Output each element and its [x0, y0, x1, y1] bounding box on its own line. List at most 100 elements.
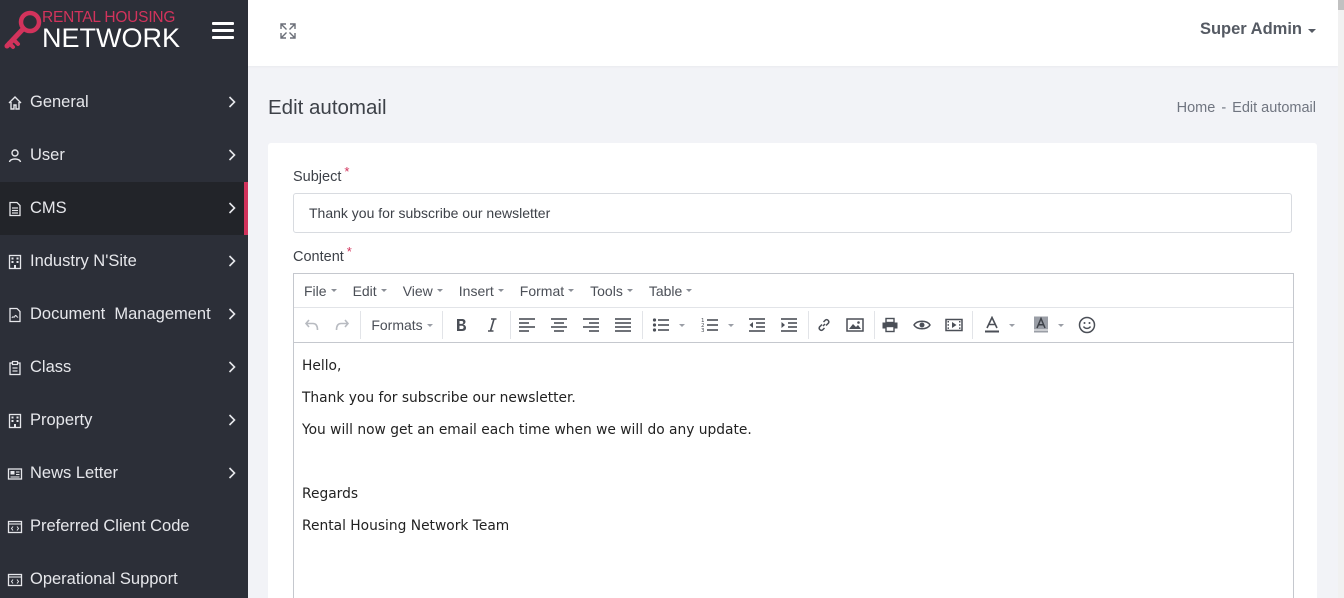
link-icon[interactable] — [813, 308, 835, 342]
caret-down-icon — [380, 289, 387, 292]
caret-down-icon — [1058, 323, 1064, 327]
editor-menu-edit[interactable]: Edit — [345, 283, 395, 299]
file-signature-icon — [0, 307, 30, 323]
toolbar-separator — [874, 311, 875, 339]
indent-icon[interactable] — [778, 308, 800, 342]
caret-down-icon — [678, 323, 685, 327]
content-label: Content * — [293, 244, 352, 265]
italic-icon[interactable] — [482, 308, 502, 342]
page-title: Edit automail — [268, 96, 387, 119]
toolbar-separator — [642, 311, 643, 339]
chevron-right-icon — [228, 96, 236, 108]
content-line: Rental Housing Network Team — [302, 518, 510, 534]
editor-menu-tools[interactable]: Tools — [582, 283, 641, 299]
emoticon-icon[interactable] — [1076, 308, 1098, 342]
menu-label: Table — [648, 282, 683, 299]
bullet-list-icon[interactable] — [648, 308, 688, 342]
content-line: Hello, — [302, 358, 342, 374]
text-color-icon[interactable] — [977, 308, 1021, 342]
page-scrollbar[interactable] — [1338, 0, 1344, 598]
caret-down-icon — [686, 289, 693, 292]
media-icon[interactable] — [943, 308, 965, 342]
subject-label-text: Subject — [293, 169, 342, 185]
sidebar-item-label: User — [30, 146, 65, 164]
align-left-icon[interactable] — [516, 308, 538, 342]
document-icon — [0, 201, 30, 217]
editor-menu-insert[interactable]: Insert — [451, 283, 512, 299]
breadcrumb: Home - Edit automail — [1177, 100, 1316, 116]
editor-menu-format[interactable]: Format — [512, 283, 582, 299]
svg-text:3: 3 — [701, 328, 705, 333]
sidebar-item-general[interactable]: General — [0, 76, 248, 129]
sidebar-item-cms[interactable]: CMS — [0, 182, 248, 235]
image-icon[interactable] — [844, 308, 866, 342]
sidebar-item-label: Property — [30, 411, 93, 429]
caret-down-icon — [727, 323, 734, 327]
content-line: Regards — [302, 486, 359, 502]
menu-label: View — [402, 282, 433, 299]
breadcrumb-home-link[interactable]: Home — [1177, 100, 1216, 116]
editor-content-area[interactable]: Hello, Thank you for subscribe our newsl… — [294, 343, 1293, 563]
caret-down-icon — [330, 289, 337, 292]
user-name: Super Admin — [1199, 20, 1302, 38]
editor-menu-view[interactable]: View — [395, 283, 451, 299]
sidebar-item-label: Preferred Client Code — [30, 517, 190, 535]
required-mark: * — [346, 244, 352, 259]
outdent-icon[interactable] — [746, 308, 768, 342]
subject-input[interactable] — [293, 193, 1292, 233]
sidebar-item-property[interactable]: Property — [0, 394, 248, 447]
brand-line2: NETWORK — [42, 23, 180, 53]
sidebar-item-user[interactable]: User — [0, 129, 248, 182]
sidebar-item-document-management[interactable]: Document Management — [0, 288, 248, 341]
editor-menu-file[interactable]: File — [296, 283, 345, 299]
sidebar-item-preferred-client-code[interactable]: Preferred Client Code — [0, 500, 248, 553]
home-icon — [0, 95, 30, 111]
hamburger-menu-icon[interactable] — [212, 22, 234, 40]
toolbar-separator — [510, 311, 511, 339]
brand-logo[interactable]: RENTAL HOUSING NETWORK — [0, 0, 248, 64]
subject-label: Subject * — [293, 164, 349, 185]
sidebar-item-news-letter[interactable]: News Letter — [0, 447, 248, 500]
preview-eye-icon[interactable] — [911, 308, 933, 342]
menu-label: Edit — [352, 282, 377, 299]
fullscreen-expand-icon[interactable] — [279, 22, 297, 40]
redo-icon[interactable] — [332, 308, 352, 342]
sidebar-item-label: News Letter — [30, 464, 119, 482]
required-mark: * — [344, 164, 350, 179]
code-window-icon — [0, 572, 30, 588]
sidebar-item-label: CMS — [30, 199, 67, 217]
chevron-right-icon — [228, 414, 236, 426]
caret-down-icon — [426, 323, 433, 327]
align-right-icon[interactable] — [580, 308, 602, 342]
caret-down-icon — [436, 289, 443, 292]
menu-label: Tools — [590, 282, 623, 299]
chevron-right-icon — [228, 308, 236, 320]
align-justify-icon[interactable] — [612, 308, 634, 342]
print-icon[interactable] — [879, 308, 901, 342]
numbered-list-icon[interactable]: 123 — [697, 308, 737, 342]
formats-dropdown[interactable]: Formats — [370, 308, 434, 342]
edit-form-card: Subject* Content* File Edit View Insert … — [268, 143, 1317, 598]
toolbar-separator — [808, 311, 809, 339]
sidebar-item-industry-nsite[interactable]: Industry N'Site — [0, 235, 248, 288]
editor-toolbar: Formats 1 2 3 — [294, 308, 1293, 343]
background-color-icon[interactable] — [1027, 308, 1069, 342]
scrollbar-thumb[interactable] — [1338, 0, 1344, 10]
sidebar-item-class[interactable]: Class — [0, 341, 248, 394]
undo-icon[interactable] — [302, 308, 322, 342]
user-menu-dropdown[interactable]: Super Admin — [1200, 20, 1316, 39]
user-icon — [0, 148, 30, 164]
code-window-icon — [0, 519, 30, 535]
caret-down-icon — [626, 289, 633, 292]
sidebar-item-operational-support[interactable]: Operational Support — [0, 553, 248, 598]
key-logo-icon — [4, 10, 42, 49]
bold-icon[interactable] — [451, 308, 471, 342]
sidebar-menu: General User CMS Industry N'Site Documen… — [0, 76, 248, 598]
align-center-icon[interactable] — [548, 308, 570, 342]
toolbar-separator — [442, 311, 443, 339]
editor-menu-table[interactable]: Table — [641, 283, 700, 299]
chevron-right-icon — [228, 149, 236, 161]
chevron-right-icon — [228, 202, 236, 214]
formats-label: Formats — [371, 317, 423, 333]
sidebar-item-label: Industry N'Site — [30, 252, 137, 270]
